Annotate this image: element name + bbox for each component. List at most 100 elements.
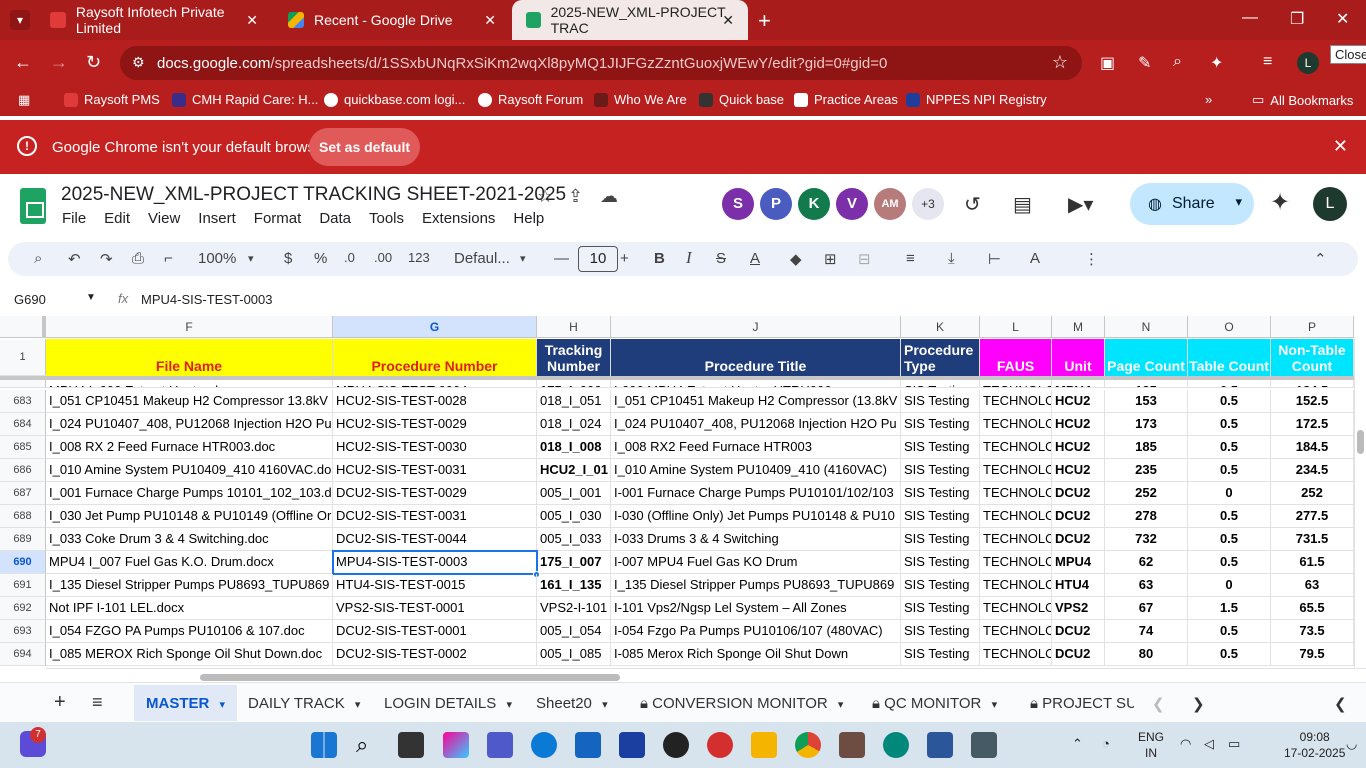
format-currency-button[interactable]: $: [284, 250, 292, 267]
table-cell[interactable]: I-054 Fzgo Pa Pumps PU10106/107 (480VAC): [611, 620, 901, 643]
battery-icon[interactable]: ▭: [1228, 736, 1240, 752]
table-cell[interactable]: 62: [1105, 551, 1188, 574]
column-heading-cell[interactable]: Unit: [1052, 339, 1105, 376]
table-cell[interactable]: 175_I_007: [537, 551, 611, 574]
table-cell[interactable]: 153: [1105, 390, 1188, 413]
table-cell[interactable]: HCU2_I_01: [537, 459, 611, 482]
table-cell[interactable]: 018_I_024: [537, 413, 611, 436]
network-status-icon[interactable]: ◔: [1102, 736, 1110, 751]
format-percent-button[interactable]: %: [314, 250, 327, 267]
text-wrapping-icon[interactable]: ⊢: [988, 250, 1001, 268]
table-cell[interactable]: SIS Testing: [901, 643, 980, 666]
infobar-close-icon[interactable]: ✕: [1333, 136, 1348, 157]
table-cell[interactable]: HCU2-SIS-TEST-0031: [333, 459, 537, 482]
table-cell[interactable]: HCU2: [1052, 390, 1105, 413]
table-cell[interactable]: SIS Testing: [901, 482, 980, 505]
table-cell[interactable]: 252: [1105, 482, 1188, 505]
table-cell[interactable]: VPS2-I-101: [537, 597, 611, 620]
row-header[interactable]: 689: [0, 528, 46, 551]
row-header[interactable]: 690: [0, 551, 46, 574]
sheet-tab-project-summary[interactable]: 🔒︎ PROJECT SU: [1030, 695, 1134, 712]
fill-color-icon[interactable]: ◆: [790, 250, 802, 268]
sheet-tab-sheet20[interactable]: Sheet20 ▾: [536, 695, 608, 712]
menu-format[interactable]: Format: [254, 210, 302, 227]
table-cell[interactable]: TECHNOLO: [980, 620, 1052, 643]
column-header[interactable]: H: [537, 316, 611, 338]
sheet-tab-master[interactable]: MASTER ▾: [134, 685, 238, 721]
row-header[interactable]: 686: [0, 459, 46, 482]
new-tab-plus-icon[interactable]: +: [758, 8, 771, 34]
spreadsheet-grid[interactable]: F G H J K L M N O P 1 File Name Procedure Number Trac…: [0, 316, 1366, 668]
table-cell[interactable]: 185: [1105, 436, 1188, 459]
menu-tools[interactable]: Tools: [369, 210, 404, 227]
table-cell[interactable]: 173: [1105, 413, 1188, 436]
table-cell[interactable]: TECHNOLO: [980, 482, 1052, 505]
browser-tab-drive[interactable]: Recent - Google Drive ✕: [274, 0, 510, 40]
vertical-scroll-thumb[interactable]: [1357, 430, 1364, 454]
zoom-icon[interactable]: ⌕: [1173, 53, 1182, 71]
teams-icon[interactable]: [487, 732, 513, 758]
table-cell[interactable]: TECHNOLO: [980, 413, 1052, 436]
increase-decimal-button[interactable]: .00: [374, 250, 392, 265]
print-icon[interactable]: ⎙: [132, 250, 144, 267]
user-account-avatar[interactable]: L: [1313, 187, 1347, 221]
table-cell[interactable]: DCU2: [1052, 643, 1105, 666]
row-header[interactable]: 685: [0, 436, 46, 459]
share-button[interactable]: ◍ Share ▾: [1130, 183, 1254, 225]
table-cell[interactable]: HCU2-SIS-TEST-0029: [333, 413, 537, 436]
scroll-tabs-left-icon[interactable]: ❮: [1152, 695, 1165, 713]
table-cell[interactable]: 0.5: [1188, 413, 1271, 436]
task-view-icon[interactable]: [398, 732, 424, 758]
table-cell[interactable]: 731.5: [1271, 528, 1354, 551]
opera-icon[interactable]: [707, 732, 733, 758]
table-cell[interactable]: SIS Testing: [901, 380, 980, 388]
table-cell[interactable]: 124.5: [1271, 380, 1354, 388]
column-heading-cell[interactable]: Procedure Type: [901, 339, 980, 376]
table-cell[interactable]: 80: [1105, 643, 1188, 666]
row-header[interactable]: [0, 380, 46, 388]
table-cell[interactable]: MPU4 I_006 Extract Heater.docx: [46, 380, 333, 388]
chrome-icon[interactable]: [795, 732, 821, 758]
apps-grid-icon[interactable]: ▦: [18, 92, 30, 108]
app-icon[interactable]: [883, 732, 909, 758]
column-heading-cell[interactable]: File Name: [46, 339, 333, 376]
puzzle-extensions-icon[interactable]: ✦: [1210, 53, 1223, 73]
document-title[interactable]: 2025-NEW_XML-PROJECT TRACKING SHEET-2021…: [61, 184, 566, 206]
formula-input[interactable]: MPU4-SIS-TEST-0003: [141, 292, 273, 307]
gemini-sparkle-icon[interactable]: ✦: [1270, 188, 1290, 217]
column-heading-cell[interactable]: Table Count: [1188, 339, 1271, 376]
column-header[interactable]: L: [980, 316, 1052, 338]
table-cell[interactable]: 278: [1105, 505, 1188, 528]
taskbar-search-icon[interactable]: ⌕: [356, 732, 382, 758]
table-cell[interactable]: SIS Testing: [901, 528, 980, 551]
table-cell[interactable]: I_051 CP10451 Makeup H2 Compressor (13.8…: [611, 390, 901, 413]
notifications-icon[interactable]: ◡: [1346, 736, 1357, 752]
forward-arrow-icon[interactable]: →: [50, 52, 68, 73]
menu-help[interactable]: Help: [513, 210, 544, 227]
column-heading-cell[interactable]: FAUS: [980, 339, 1052, 376]
cloud-saved-icon[interactable]: ☁: [600, 186, 618, 207]
more-collaborators[interactable]: +3: [912, 188, 944, 220]
app-icon[interactable]: [839, 732, 865, 758]
comments-icon[interactable]: ▤: [1013, 192, 1032, 217]
column-header[interactable]: M: [1052, 316, 1105, 338]
table-cell[interactable]: 018_I_051: [537, 390, 611, 413]
bookmark-cmh-rapid-care[interactable]: CMH Rapid Care: H...: [172, 92, 318, 107]
table-cell[interactable]: I_024 PU10407_408, PU12068 Injection H2O…: [611, 413, 901, 436]
strikethrough-icon[interactable]: S: [716, 250, 726, 267]
close-icon[interactable]: ✕: [246, 12, 258, 29]
row-header[interactable]: 688: [0, 505, 46, 528]
table-cell[interactable]: 005_I_085: [537, 643, 611, 666]
more-options-icon[interactable]: ⋮: [1084, 250, 1099, 268]
table-cell[interactable]: TECHNOLO: [980, 436, 1052, 459]
show-hidden-icons-chevron-icon[interactable]: ⌃: [1072, 736, 1083, 752]
url-omnibox[interactable]: ⚙ docs.google.com/spreadsheets/d/1SSxbUN…: [120, 46, 1082, 80]
column-heading-cell[interactable]: Tracking Number: [537, 339, 611, 376]
table-cell[interactable]: 0.5: [1188, 505, 1271, 528]
star-icon[interactable]: ☆: [537, 186, 553, 207]
table-cell[interactable]: 161_I_135: [537, 574, 611, 597]
store-icon[interactable]: [575, 732, 601, 758]
bookmark-raysoft-pms[interactable]: Raysoft PMS: [64, 92, 160, 107]
table-cell[interactable]: 0.5: [1188, 380, 1271, 388]
font-select[interactable]: Defaul...: [454, 250, 510, 267]
